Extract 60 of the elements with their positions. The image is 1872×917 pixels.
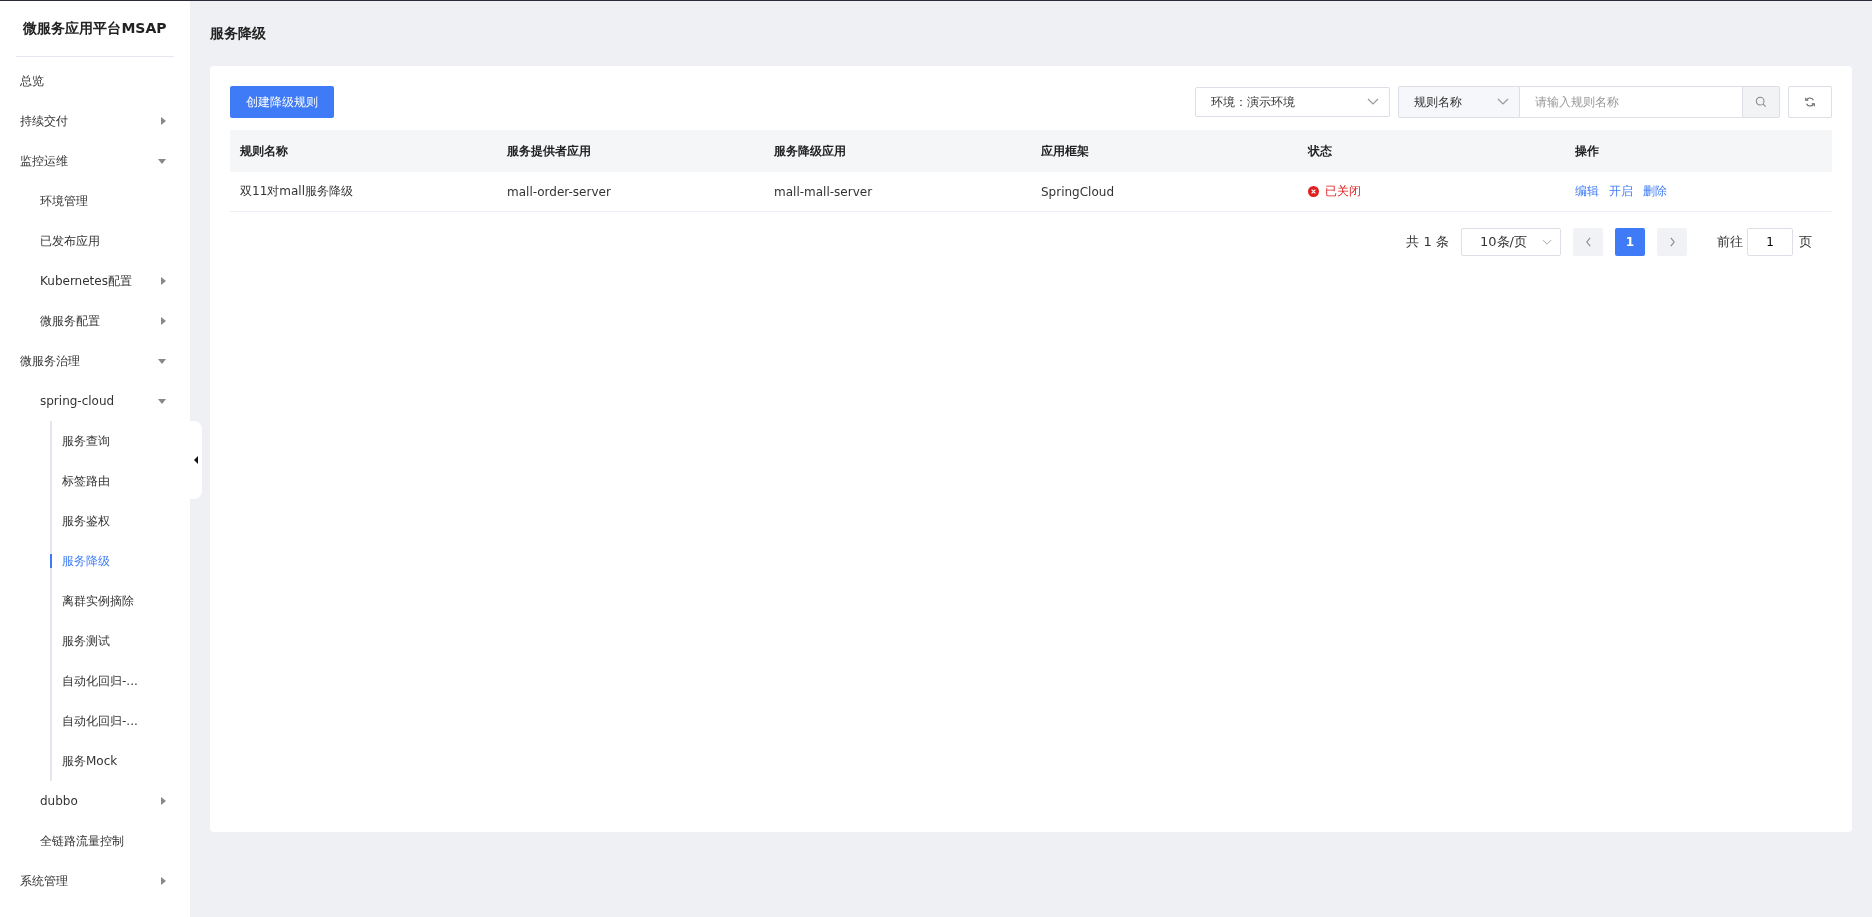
sidebar-item[interactable]: 全链路流量控制: [0, 821, 190, 861]
action-link[interactable]: 开启: [1609, 183, 1633, 200]
create-rule-button[interactable]: 创建降级规则: [230, 86, 334, 118]
sidebar-item[interactable]: 微服务配置: [0, 301, 190, 341]
page-size-select[interactable]: 10条/页: [1461, 228, 1561, 256]
sidebar-item[interactable]: 监控运维: [0, 141, 190, 181]
sidebar-item[interactable]: 离群实例摘除: [52, 581, 190, 621]
previous-page-button[interactable]: [1573, 228, 1603, 256]
sidebar-item[interactable]: Kubernetes配置: [0, 261, 190, 301]
chevron-down-icon: [1542, 238, 1552, 246]
sidebar-item[interactable]: 服务鉴权: [52, 501, 190, 541]
goto-label: 前往: [1717, 233, 1743, 251]
refresh-icon: [1804, 96, 1816, 108]
sidebar-item[interactable]: dubbo: [0, 781, 190, 821]
app-title: 微服务应用平台MSAP: [16, 1, 174, 57]
column-header: 应用框架: [1031, 130, 1298, 172]
next-page-button[interactable]: [1657, 228, 1687, 256]
action-link[interactable]: 编辑: [1575, 183, 1599, 200]
field-select[interactable]: 规则名称: [1398, 86, 1520, 118]
sidebar-item[interactable]: 自动化回归-...: [52, 701, 190, 741]
chevron-right-icon: [1668, 237, 1676, 247]
action-link[interactable]: 删除: [1643, 183, 1667, 200]
chevron-down-icon: [1367, 98, 1379, 106]
search-field[interactable]: 请输入规则名称: [1520, 86, 1742, 118]
caret-left-icon: [193, 456, 198, 464]
column-header: 操作: [1565, 130, 1832, 172]
sidebar-item[interactable]: 服务测试: [52, 621, 190, 661]
sidebar-item[interactable]: 自动化回归-...: [52, 661, 190, 701]
refresh-button[interactable]: [1788, 86, 1832, 118]
page-button[interactable]: 1: [1615, 228, 1645, 256]
page-number-field[interactable]: 1: [1747, 228, 1793, 256]
table-cell: SpringCloud: [1031, 172, 1298, 212]
sidebar-item[interactable]: spring-cloud: [0, 381, 190, 421]
sidebar-item[interactable]: 环境管理: [0, 181, 190, 221]
column-header: 服务提供者应用: [497, 130, 764, 172]
sidebar-item[interactable]: 微服务治理: [0, 341, 190, 381]
table-cell: 双11对mall服务降级: [230, 172, 497, 212]
sidebar-item[interactable]: 总览: [0, 61, 190, 101]
total-count: 共 1 条: [1406, 233, 1449, 251]
sidebar-item[interactable]: 系统管理: [0, 861, 190, 901]
table-cell: mall-mall-server: [764, 172, 1031, 212]
collapse-handle[interactable]: [189, 421, 202, 499]
column-header: 服务降级应用: [764, 130, 1031, 172]
sidebar-item[interactable]: 标签路由: [52, 461, 190, 501]
environment-select[interactable]: 环境：演示环境: [1195, 87, 1390, 117]
sidebar-item[interactable]: 服务Mock: [52, 741, 190, 781]
search-icon: [1755, 96, 1767, 108]
column-header: 规则名称: [230, 130, 497, 172]
column-header: 状态: [1298, 130, 1565, 172]
chevron-left-icon: [1584, 237, 1592, 247]
page-suffix: 页: [1799, 233, 1812, 251]
table-cell: mall-order-server: [497, 172, 764, 212]
sidebar-item[interactable]: 持续交付: [0, 101, 190, 141]
page-title: 服务降级: [210, 23, 267, 43]
search-button[interactable]: [1742, 86, 1780, 118]
sidebar-item[interactable]: 服务查询: [52, 421, 190, 461]
chevron-down-icon: [1497, 98, 1509, 106]
sidebar-item[interactable]: 已发布应用: [0, 221, 190, 261]
sidebar-item[interactable]: 服务降级: [52, 541, 190, 581]
status-text: 已关闭: [1325, 183, 1361, 200]
